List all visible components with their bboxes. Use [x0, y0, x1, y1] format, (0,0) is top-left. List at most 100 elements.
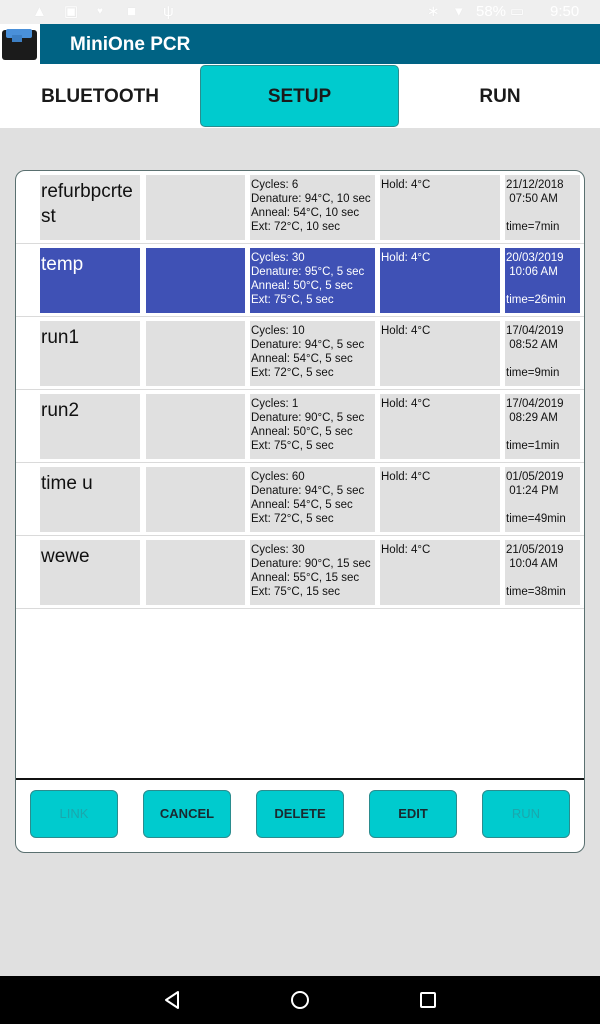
protocol-list-panel: refurbpcrtest Cycles: 6 Denature: 94°C, 10… — [15, 170, 585, 853]
protocol-date: 20/03/2019 10:06 AM time=26min — [505, 248, 580, 313]
denature: Denature: 95°C, 5 sec — [251, 266, 365, 278]
date: 17/04/2019 — [506, 398, 564, 410]
protocol-row[interactable]: run2 Cycles: 1 Denature: 90°C, 5 sec Anneal… — [16, 390, 584, 463]
clock: 9:50 — [550, 3, 580, 20]
anneal: Anneal: 55°C, 15 sec — [251, 572, 360, 584]
denature: Denature: 90°C, 5 sec — [251, 412, 365, 424]
hold-temp: Hold: 4°C — [380, 248, 500, 313]
app-badge-icon: ■ — [127, 3, 137, 20]
protocol-empty-cell — [146, 467, 245, 532]
protocol-params: Cycles: 60 Denature: 94°C, 5 sec Anneal: 5… — [250, 467, 375, 532]
protocol-empty-cell — [146, 248, 245, 313]
run-button[interactable]: RUN — [482, 790, 570, 838]
time: 08:29 AM — [506, 412, 558, 424]
edit-button[interactable]: EDIT — [369, 790, 457, 838]
protocol-params: Cycles: 1 Denature: 90°C, 5 sec Anneal: 50… — [250, 394, 375, 459]
app-logo — [0, 24, 40, 64]
protocol-date: 17/04/2019 08:29 AM time=1min — [505, 394, 580, 459]
duration: time=7min — [506, 221, 560, 233]
extension: Ext: 75°C, 15 sec — [251, 586, 340, 598]
shield-icon: ♥ — [97, 6, 103, 17]
anneal: Anneal: 54°C, 5 sec — [251, 353, 353, 365]
cycles: Cycles: 60 — [251, 471, 305, 483]
bluetooth-icon: ∗ — [427, 3, 440, 20]
hold-temp: Hold: 4°C — [380, 540, 500, 605]
cycles: Cycles: 30 — [251, 252, 305, 264]
tab-bar: BLUETOOTH SETUP RUN — [0, 64, 600, 128]
protocol-date: 21/05/2019 10:04 AM time=38min — [505, 540, 580, 605]
tab-bluetooth[interactable]: BLUETOOTH — [0, 64, 200, 128]
protocol-row[interactable]: time u Cycles: 60 Denature: 94°C, 5 sec Ann… — [16, 463, 584, 536]
extension: Ext: 75°C, 5 sec — [251, 294, 334, 306]
protocol-row[interactable]: refurbpcrtest Cycles: 6 Denature: 94°C, 10… — [16, 171, 584, 244]
protocol-empty-cell — [146, 394, 245, 459]
anneal: Anneal: 54°C, 10 sec — [251, 207, 360, 219]
extension: Ext: 72°C, 5 sec — [251, 367, 334, 379]
protocol-row[interactable]: temp Cycles: 30 Denature: 95°C, 5 sec Annea… — [16, 244, 584, 317]
tab-setup[interactable]: SETUP — [200, 65, 399, 127]
protocol-name: run2 — [40, 394, 140, 459]
protocol-empty-cell — [146, 175, 245, 240]
protocol-params: Cycles: 30 Denature: 95°C, 5 sec Anneal: 5… — [250, 248, 375, 313]
image-icon: ▣ — [64, 3, 79, 20]
protocol-params: Cycles: 10 Denature: 94°C, 5 sec Anneal: 5… — [250, 321, 375, 386]
denature: Denature: 90°C, 15 sec — [251, 558, 371, 570]
wifi-icon: ▾ — [455, 3, 463, 20]
divider — [16, 778, 584, 780]
time: 01:24 PM — [506, 485, 559, 497]
cycles: Cycles: 1 — [251, 398, 299, 410]
date: 21/05/2019 — [506, 544, 564, 556]
protocol-date: 17/04/2019 08:52 AM time=9min — [505, 321, 580, 386]
app-title: MiniOne PCR — [70, 34, 191, 55]
protocol-params: Cycles: 6 Denature: 94°C, 10 sec Anneal: 5… — [250, 175, 375, 240]
back-icon[interactable] — [160, 988, 184, 1012]
hold-temp: Hold: 4°C — [380, 321, 500, 386]
date: 17/04/2019 — [506, 325, 564, 337]
protocol-params: Cycles: 30 Denature: 90°C, 15 sec Anneal: … — [250, 540, 375, 605]
duration: time=26min — [506, 294, 566, 306]
cycles: Cycles: 6 — [251, 179, 299, 191]
duration: time=49min — [506, 513, 566, 525]
denature: Denature: 94°C, 10 sec — [251, 193, 371, 205]
anneal: Anneal: 50°C, 5 sec — [251, 426, 353, 438]
cycles: Cycles: 30 — [251, 544, 305, 556]
extension: Ext: 75°C, 5 sec — [251, 440, 334, 452]
hold-temp: Hold: 4°C — [380, 175, 500, 240]
date: 20/03/2019 — [506, 252, 564, 264]
protocol-name: run1 — [40, 321, 140, 386]
usb-icon: ψ — [163, 3, 174, 20]
protocol-empty-cell — [146, 321, 245, 386]
hold-temp: Hold: 4°C — [380, 467, 500, 532]
date: 21/12/2018 — [506, 179, 564, 191]
protocol-row[interactable]: run1 Cycles: 10 Denature: 94°C, 5 sec Annea… — [16, 317, 584, 390]
protocol-empty-cell — [146, 540, 245, 605]
anneal: Anneal: 54°C, 5 sec — [251, 499, 353, 511]
duration: time=38min — [506, 586, 566, 598]
status-bar: ▲ ▣ ♥ ■ ψ ∗ ▾ 58% ▭ 9:50 — [0, 0, 600, 24]
battery-charging-icon: ▭ — [510, 3, 525, 20]
recents-icon[interactable] — [416, 988, 440, 1012]
anneal: Anneal: 50°C, 5 sec — [251, 280, 353, 292]
battery-percent: 58% — [476, 3, 507, 20]
warning-icon: ▲ — [32, 3, 47, 20]
protocol-name: wewe — [40, 540, 140, 605]
tab-run[interactable]: RUN — [400, 64, 600, 128]
cancel-button[interactable]: CANCEL — [143, 790, 231, 838]
time: 10:06 AM — [506, 266, 558, 278]
denature: Denature: 94°C, 5 sec — [251, 485, 365, 497]
hold-temp: Hold: 4°C — [380, 394, 500, 459]
navigation-bar — [0, 976, 600, 1024]
cycles: Cycles: 10 — [251, 325, 305, 337]
duration: time=9min — [506, 367, 560, 379]
protocol-name: temp — [40, 248, 140, 313]
date: 01/05/2019 — [506, 471, 564, 483]
extension: Ext: 72°C, 10 sec — [251, 221, 340, 233]
protocol-date: 21/12/2018 07:50 AM time=7min — [505, 175, 580, 240]
delete-button[interactable]: DELETE — [256, 790, 344, 838]
protocol-name: time u — [40, 467, 140, 532]
time: 07:50 AM — [506, 193, 558, 205]
protocol-name: refurbpcrtest — [40, 175, 140, 240]
protocol-row[interactable]: wewe Cycles: 30 Denature: 90°C, 15 sec Anne… — [16, 536, 584, 609]
home-icon[interactable] — [288, 988, 312, 1012]
link-button[interactable]: LINK — [30, 790, 118, 838]
